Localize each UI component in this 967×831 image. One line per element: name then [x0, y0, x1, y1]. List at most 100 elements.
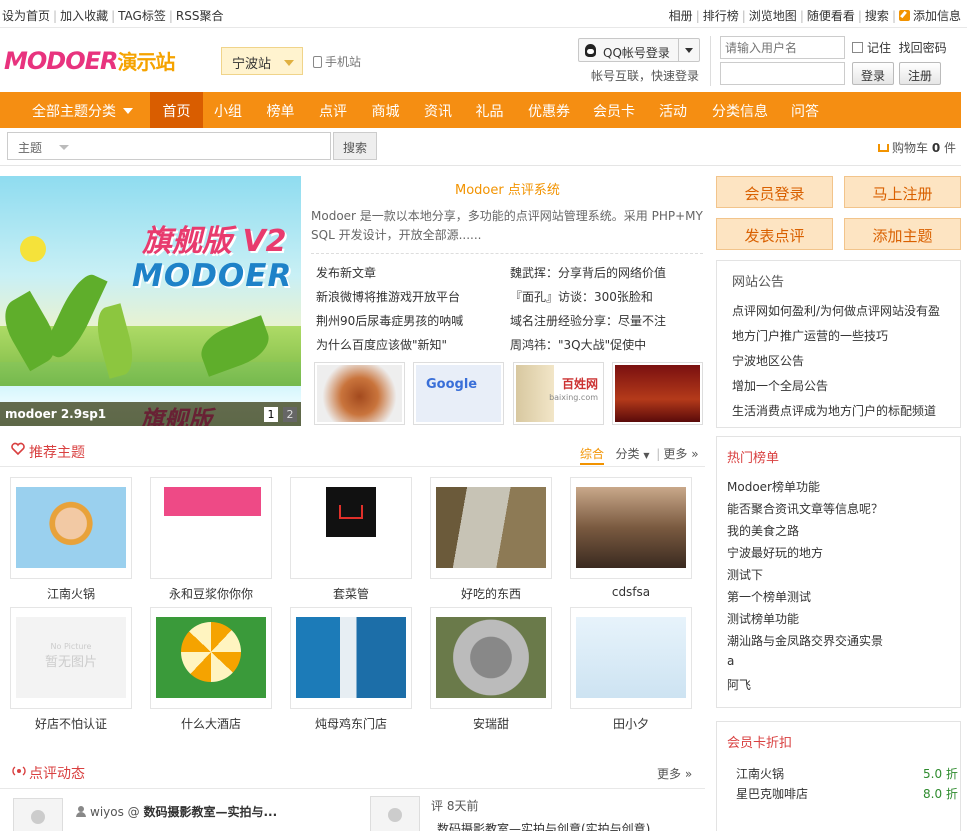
add-favorite-link[interactable]: 加入收藏 — [60, 9, 108, 23]
subject-card[interactable] — [10, 477, 132, 579]
random-link[interactable]: 随便看看 — [807, 9, 855, 23]
member-login-button[interactable]: 会员登录 — [716, 176, 833, 208]
register-button[interactable]: 注册 — [899, 62, 941, 85]
nav-item-gift[interactable]: 礼品 — [463, 92, 516, 128]
article-link[interactable]: 新浪微博将推游戏开放平台 — [316, 288, 460, 305]
post-review-button[interactable]: 发表点评 — [716, 218, 833, 250]
map-link[interactable]: 浏览地图 — [749, 9, 797, 23]
all-categories-menu[interactable]: 全部主题分类 — [0, 92, 150, 128]
nav-item-coupon[interactable]: 优惠券 — [516, 92, 582, 128]
banner-slider[interactable]: 旗舰版 V2 MODOER 旗舰版 modoer 2.9sp1 1 2 — [0, 176, 301, 426]
subject-name[interactable]: 永和豆浆你你你 — [150, 585, 272, 602]
article-thumb[interactable]: 百姓网 baixing.com — [513, 362, 604, 425]
register-now-button[interactable]: 马上注册 — [844, 176, 961, 208]
article-link[interactable]: 周鸿祎："3Q大战"促使中 — [510, 336, 646, 353]
hot-list-item[interactable]: 测试榜单功能 — [727, 610, 799, 627]
card-store-name[interactable]: 江南火锅 — [736, 765, 784, 782]
subject-card[interactable] — [570, 607, 692, 709]
username-input[interactable] — [720, 36, 845, 59]
search-input[interactable]: 主题 — [7, 132, 331, 160]
subject-card[interactable] — [430, 607, 552, 709]
hot-list-item[interactable]: Modoer榜单功能 — [727, 478, 820, 495]
subject-card[interactable] — [150, 477, 272, 579]
password-input[interactable] — [720, 62, 845, 85]
nav-item-review[interactable]: 点评 — [308, 92, 358, 128]
subject-card[interactable] — [290, 477, 412, 579]
nav-item-membercard[interactable]: 会员卡 — [582, 92, 646, 128]
nav-item-group[interactable]: 小组 — [203, 92, 253, 128]
tab-category[interactable]: 分类 — [615, 447, 639, 461]
nav-item-mall[interactable]: 商城 — [358, 92, 413, 128]
article-link[interactable]: 荆州90后尿毒症男孩的呐喊 — [316, 312, 463, 329]
card-store-name[interactable]: 星巴克咖啡店 — [736, 785, 808, 802]
subject-name[interactable]: 安瑞甜 — [430, 715, 552, 732]
notice-item[interactable]: 宁波地区公告 — [732, 352, 804, 369]
subject-name[interactable]: 炖母鸡东门店 — [290, 715, 412, 732]
search-scope-select[interactable]: 主题 — [18, 139, 42, 156]
tag-link[interactable]: TAG标签 — [118, 9, 166, 23]
hot-list-item[interactable]: 能否聚合资讯文章等信息呢？ — [727, 500, 883, 517]
tab-overall[interactable]: 综合 — [580, 447, 605, 465]
nav-item-activity[interactable]: 活动 — [646, 92, 700, 128]
review-subject-link[interactable]: 数码摄影教室—实拍与... — [144, 805, 278, 819]
review-user-link[interactable]: wiyos — [90, 805, 124, 819]
hot-list-item[interactable]: 我的美食之路 — [727, 522, 799, 539]
review-body[interactable]: 数码摄影教室—实拍与创意(实拍与创意) — [437, 820, 650, 831]
slider-page-2[interactable]: 2 — [283, 407, 297, 422]
rank-link[interactable]: 排行榜 — [703, 9, 739, 23]
subject-card[interactable] — [290, 607, 412, 709]
article-thumb[interactable]: Google — [413, 362, 504, 425]
forgot-password-link[interactable]: 找回密码 — [899, 41, 947, 55]
recommend-more-link[interactable]: 更多 — [663, 447, 687, 461]
qq-login-button[interactable]: QQ帐号登录 — [578, 38, 700, 62]
article-thumb[interactable] — [314, 362, 405, 425]
hot-list-item[interactable]: 宁波最好玩的地方 — [727, 544, 823, 561]
subject-card[interactable] — [150, 607, 272, 709]
subject-name[interactable]: 江南火锅 — [10, 585, 132, 602]
nav-item-rank[interactable]: 榜单 — [253, 92, 308, 128]
avatar[interactable] — [13, 798, 63, 831]
notice-item[interactable]: 生活消费点评成为地方门户的标配频道 — [732, 402, 936, 419]
hot-list-item[interactable]: 第一个榜单测试 — [727, 588, 811, 605]
search-link[interactable]: 搜索 — [865, 9, 889, 23]
search-button[interactable]: 搜索 — [333, 132, 377, 160]
notice-item[interactable]: 点评网如何盈利/为何做点评网站没有盈 — [732, 302, 940, 319]
hot-list-item[interactable]: 潮汕路与金凤路交界交通实景 — [727, 632, 883, 649]
article-link[interactable]: 域名注册经验分享：尽量不注 — [510, 312, 666, 329]
album-link[interactable]: 相册 — [669, 9, 693, 23]
review-thumb[interactable] — [370, 796, 420, 831]
intro-title[interactable]: Modoer 点评系统 — [455, 179, 560, 198]
subject-name[interactable]: 套菜管 — [290, 585, 412, 602]
review-more-link[interactable]: 更多 » — [657, 765, 692, 782]
cart-link[interactable]: 购物车 0 件 — [878, 139, 956, 156]
subject-name[interactable]: 好吃的东西 — [430, 585, 552, 602]
slider-page-1[interactable]: 1 — [264, 407, 278, 422]
login-button[interactable]: 登录 — [852, 62, 894, 85]
nav-item-news[interactable]: 资讯 — [413, 92, 463, 128]
add-subject-button[interactable]: 添加主题 — [844, 218, 961, 250]
nav-item-classified[interactable]: 分类信息 — [700, 92, 780, 128]
article-link[interactable]: 魏武挥：分享背后的网络价值 — [510, 264, 666, 281]
subject-name[interactable]: 田小夕 — [570, 715, 692, 732]
article-thumb[interactable] — [612, 362, 703, 425]
notice-item[interactable]: 地方门户推广运营的一些技巧 — [732, 327, 888, 344]
nav-item-qa[interactable]: 问答 — [780, 92, 830, 128]
set-homepage-link[interactable]: 设为首页 — [2, 9, 50, 23]
remember-checkbox[interactable] — [852, 42, 863, 53]
notice-item[interactable]: 增加一个全局公告 — [732, 377, 828, 394]
hot-list-item[interactable]: 阿飞 — [727, 676, 751, 693]
subject-card[interactable]: No Picture 暂无图片 — [10, 607, 132, 709]
site-logo[interactable]: MODOER演示站 — [4, 46, 204, 75]
add-info-link[interactable]: 添加信息 — [898, 9, 961, 23]
hot-list-item[interactable]: 测试下 — [727, 566, 763, 583]
article-link[interactable]: 发布新文章 — [316, 264, 376, 281]
subject-name[interactable]: 好店不怕认证 — [10, 715, 132, 732]
article-link[interactable]: 『面孔』访谈：300张脸和 — [510, 288, 653, 305]
subject-name[interactable]: 什么大酒店 — [150, 715, 272, 732]
subject-card[interactable] — [430, 477, 552, 579]
article-link[interactable]: 为什么百度应该做"新知" — [316, 336, 447, 353]
subject-name[interactable]: cdsfsa — [570, 585, 692, 599]
qq-dropdown-toggle[interactable] — [678, 39, 699, 61]
mobile-site-link[interactable]: 手机站 — [313, 53, 361, 70]
rss-link[interactable]: RSS聚合 — [176, 9, 224, 23]
